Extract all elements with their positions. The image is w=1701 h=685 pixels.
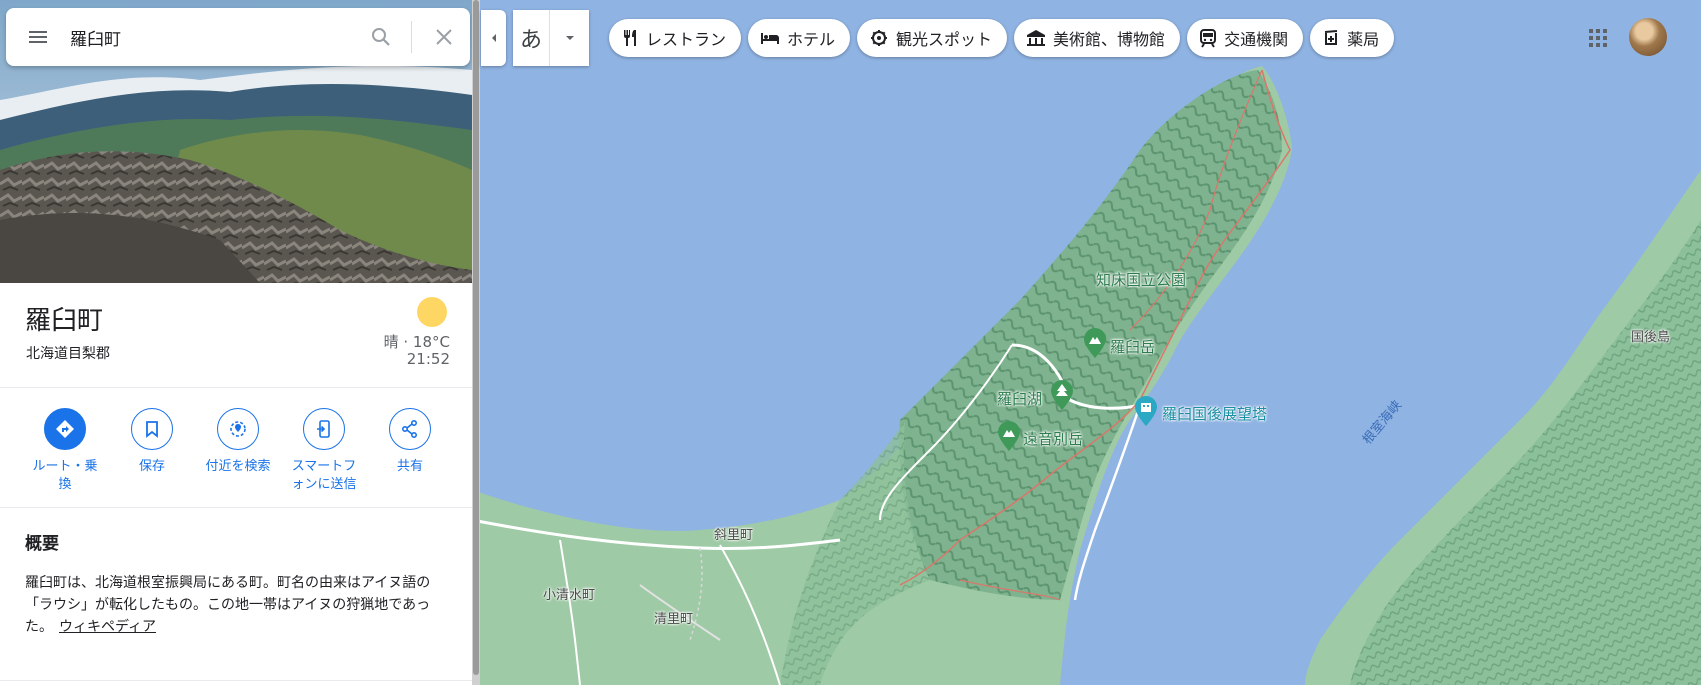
phone-send-icon xyxy=(317,420,330,438)
mountain-pin-icon[interactable] xyxy=(1082,327,1108,359)
save-label: 保存 xyxy=(138,459,165,474)
chip-hotel[interactable]: ホテル xyxy=(748,19,851,57)
transit-icon xyxy=(1200,29,1217,48)
google-apps-button[interactable] xyxy=(1583,23,1613,53)
account-avatar[interactable] xyxy=(1629,18,1667,56)
map-label-rausu-ko[interactable]: 羅臼湖 xyxy=(997,388,1042,409)
summary-heading: 概要 xyxy=(25,534,59,554)
nearby-label: 付近を検索 xyxy=(205,459,271,474)
search-box[interactable]: 羅臼町 xyxy=(6,8,470,66)
map-label-kiyosato[interactable]: 清里町 xyxy=(654,608,693,627)
input-tools-button[interactable]: あ xyxy=(513,10,589,66)
input-language-label: あ xyxy=(519,28,542,53)
search-icon xyxy=(372,28,390,46)
chevron-down-icon xyxy=(565,36,574,40)
chip-transit[interactable]: 交通機関 xyxy=(1187,19,1304,57)
pharmacy-icon xyxy=(1324,30,1338,45)
send-to-phone-label-line1: スマートフ xyxy=(291,459,357,474)
nearby-button[interactable]: 付近を検索 xyxy=(193,405,283,476)
landmark-pin-icon[interactable] xyxy=(1133,395,1159,427)
divider xyxy=(0,680,472,681)
sun-icon xyxy=(417,297,447,327)
chip-restaurant[interactable]: レストラン xyxy=(609,19,742,57)
share-icon xyxy=(401,419,418,439)
weather-time: 21:52 xyxy=(406,350,450,368)
send-to-phone-label-line2: ォンに送信 xyxy=(291,477,357,492)
chip-attraction[interactable]: 観光スポット xyxy=(857,19,1008,57)
attraction-icon xyxy=(871,30,888,46)
scrollbar-thumb[interactable] xyxy=(473,0,479,675)
directions-button[interactable]: ルート・乗換 xyxy=(20,405,110,494)
panel-scrollbar[interactable] xyxy=(472,0,480,685)
bookmark-icon xyxy=(146,421,158,438)
input-tools-dropdown[interactable] xyxy=(550,35,589,41)
save-button[interactable]: 保存 xyxy=(107,405,197,476)
category-chips: レストラン ホテル 観光スポット 美術館、博物館 交通機関 薬局 xyxy=(609,19,1395,57)
chip-pharmacy-label: 薬局 xyxy=(1347,30,1380,49)
place-panel: 羅臼町 羅臼町 北海道目梨郡 晴 · 18°C 21:52 ルート・乗換 保存 xyxy=(0,0,472,685)
chip-pharmacy[interactable]: 薬局 xyxy=(1310,19,1395,57)
chip-transit-label: 交通機関 xyxy=(1224,30,1289,49)
map-label-koshimizu[interactable]: 小清水町 xyxy=(543,584,595,603)
nearby-icon xyxy=(230,421,246,437)
weather-temperature: 晴 · 18°C xyxy=(383,333,450,351)
chip-museum-label: 美術館、博物館 xyxy=(1053,30,1166,49)
place-title: 羅臼町 xyxy=(25,306,104,336)
museum-icon xyxy=(1027,30,1046,46)
restaurant-icon xyxy=(624,30,636,46)
chip-museum[interactable]: 美術館、博物館 xyxy=(1014,19,1181,57)
map-label-tower[interactable]: 羅臼国後展望塔 xyxy=(1162,403,1267,424)
divider xyxy=(0,507,472,508)
summary-text-block: 羅臼町は、北海道根室振興局にある町。町名の由来はアイヌ語の「ラウシ」が転化したも… xyxy=(25,572,450,638)
map-label-shari[interactable]: 斜里町 xyxy=(714,524,753,543)
wikipedia-link[interactable]: ウィキペディア xyxy=(59,619,156,635)
menu-button[interactable] xyxy=(6,8,70,66)
send-to-phone-button[interactable]: スマートフォンに送信 xyxy=(279,405,369,494)
map-label-onnebetsu[interactable]: 遠音別岳 xyxy=(1023,428,1083,449)
collapse-panel-button[interactable] xyxy=(481,10,506,66)
search-button[interactable] xyxy=(357,8,405,66)
mountain-pin-icon[interactable] xyxy=(996,420,1022,452)
chip-hotel-label: ホテル xyxy=(787,30,836,49)
hotel-icon xyxy=(761,33,780,44)
divider xyxy=(0,387,472,388)
park-pin-icon[interactable] xyxy=(1049,379,1075,411)
directions-label-line1: ルート・乗 xyxy=(32,459,98,474)
chevron-left-icon xyxy=(491,34,496,42)
close-icon xyxy=(436,29,452,45)
share-label: 共有 xyxy=(396,459,423,474)
search-divider xyxy=(411,21,412,53)
menu-icon xyxy=(29,31,47,43)
clear-search-button[interactable] xyxy=(418,8,470,66)
chip-attraction-label: 観光スポット xyxy=(896,30,993,49)
share-button[interactable]: 共有 xyxy=(365,405,455,476)
directions-icon xyxy=(56,420,74,438)
map-label-rausu-dake[interactable]: 羅臼岳 xyxy=(1110,336,1155,357)
search-input[interactable]: 羅臼町 xyxy=(70,25,357,50)
action-row: ルート・乗換 保存 付近を検索 スマートフォンに送信 共有 xyxy=(0,405,472,505)
chip-restaurant-label: レストラン xyxy=(646,30,727,49)
map-label-park[interactable]: 知床国立公園 xyxy=(1096,269,1186,290)
map-label-kunashiri[interactable]: 国後島 xyxy=(1631,326,1670,345)
directions-label-line2: 換 xyxy=(58,477,72,492)
place-subtitle: 北海道目梨郡 xyxy=(26,346,110,362)
apps-grid-icon xyxy=(1589,29,1607,47)
